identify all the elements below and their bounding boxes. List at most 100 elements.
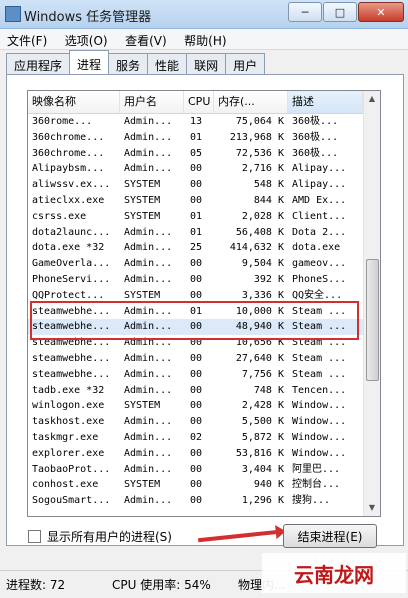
process-user: Admin... <box>124 463 173 475</box>
process-user: Admin... <box>124 384 173 396</box>
process-memory: 940 K <box>253 479 284 491</box>
close-button[interactable]: ✕ <box>358 2 404 22</box>
column-image-name[interactable]: 映像名称 <box>28 91 120 113</box>
process-row[interactable]: steamwebhe... Admin... 00 7,756 K Steam ... <box>28 367 363 383</box>
process-user: Admin... <box>124 431 173 443</box>
process-row[interactable]: conhost.exe SYSTEM 00 940 K 控制台... <box>28 477 363 493</box>
process-row[interactable]: TaobaoProt... Admin... 00 3,404 K 阿里巴... <box>28 462 363 478</box>
process-name: conhost.exe <box>32 479 99 491</box>
process-cpu: 00 <box>190 447 203 459</box>
process-description: 360极... <box>292 116 339 127</box>
process-row[interactable]: taskhost.exe Admin... 00 5,500 K Window... <box>28 414 363 430</box>
process-user: Admin... <box>124 352 173 364</box>
scroll-up-arrow-icon[interactable]: ▲ <box>364 91 380 107</box>
process-user: SYSTEM <box>124 179 161 191</box>
process-user: SYSTEM <box>124 194 161 206</box>
column-header-row: 映像名称 用户名 CPU 内存(... 描述 <box>28 91 363 114</box>
process-description: Steam ... <box>292 368 347 380</box>
task-manager-icon <box>5 6 21 22</box>
column-user-name[interactable]: 用户名 <box>120 91 184 113</box>
process-user: Admin... <box>124 495 173 507</box>
process-row[interactable]: taskmgr.exe Admin... 02 5,872 K Window... <box>28 430 363 446</box>
process-memory: 7,756 K <box>241 368 284 380</box>
vertical-scrollbar[interactable]: ▲ ▼ <box>363 91 380 516</box>
menu-options[interactable]: 选项(O) <box>58 29 115 49</box>
process-memory: 27,640 K <box>235 352 284 364</box>
process-cpu: 00 <box>190 179 203 191</box>
menu-bar: 文件(F) 选项(O) 查看(V) 帮助(H) <box>0 29 408 50</box>
process-memory: 844 K <box>253 194 284 206</box>
process-cpu: 00 <box>190 463 203 475</box>
process-row[interactable]: dota.exe *32 Admin... 25 414,632 K dota.exe <box>28 240 363 256</box>
show-all-users-option[interactable]: 显示所有用户的进程(S) <box>28 528 172 545</box>
process-row[interactable]: explorer.exe Admin... 00 53,816 K Window... <box>28 446 363 462</box>
process-cpu: 13 <box>190 116 203 127</box>
process-cpu: 00 <box>190 416 203 428</box>
processes-panel: 映像名称 用户名 CPU 内存(... 描述 360rome... Admin..… <box>6 74 404 546</box>
process-cpu: 01 <box>190 226 203 238</box>
process-row[interactable]: tadb.exe *32 Admin... 00 748 K Tencen... <box>28 383 363 399</box>
process-name: 360chrome... <box>32 131 105 143</box>
status-cpu-usage: CPU 使用率: 54% <box>112 578 211 592</box>
status-process-count: 进程数: 72 <box>6 578 66 592</box>
process-row[interactable]: 360rome... Admin... 13 75,064 K 360极... <box>28 114 363 130</box>
process-user: Admin... <box>124 258 173 270</box>
process-name: dota2launc... <box>32 226 111 238</box>
process-cpu: 25 <box>190 242 203 254</box>
tab-strip: 应用程序 进程 服务 性能 联网 用户 <box>6 50 266 78</box>
process-row[interactable]: 360chrome... Admin... 01 213,968 K 360极... <box>28 130 363 146</box>
process-row[interactable]: steamwebhe... Admin... 00 27,640 K Steam ... <box>28 351 363 367</box>
process-row[interactable]: GameOverla... Admin... 00 9,504 K gameov... <box>28 256 363 272</box>
process-description: Alipay... <box>292 179 347 191</box>
column-memory[interactable]: 内存(... <box>214 91 288 113</box>
column-cpu[interactable]: CPU <box>184 91 214 113</box>
show-all-checkbox[interactable] <box>28 530 41 543</box>
watermark: 云南龙网 <box>262 553 406 593</box>
maximize-button[interactable]: □ <box>323 2 357 22</box>
process-name: atieclxx.exe <box>32 194 105 206</box>
scroll-down-arrow-icon[interactable]: ▼ <box>364 500 380 516</box>
process-row[interactable]: SogouSmart... Admin... 00 1,296 K 搜狗... <box>28 493 363 509</box>
process-memory: 56,408 K <box>235 226 284 238</box>
tab-applications[interactable]: 应用程序 <box>6 53 71 75</box>
column-description[interactable]: 描述 <box>288 91 363 113</box>
process-memory: 1,296 K <box>241 495 284 507</box>
menu-file[interactable]: 文件(F) <box>0 29 54 49</box>
tab-performance[interactable]: 性能 <box>147 53 188 75</box>
process-user: SYSTEM <box>124 400 161 412</box>
process-name: 360rome... <box>32 116 93 127</box>
tab-services[interactable]: 服务 <box>108 53 149 75</box>
minimize-button[interactable]: ─ <box>288 2 322 22</box>
process-name: explorer.exe <box>32 447 105 459</box>
process-name: SogouSmart... <box>32 495 111 507</box>
process-description: Tencen... <box>292 384 347 396</box>
process-row[interactable]: PhoneServi... Admin... 00 392 K PhoneS... <box>28 272 363 288</box>
menu-help[interactable]: 帮助(H) <box>177 29 233 49</box>
process-description: 搜狗... <box>292 495 331 507</box>
process-user: Admin... <box>124 273 173 285</box>
process-row[interactable]: atieclxx.exe SYSTEM 00 844 K AMD Ex... <box>28 193 363 209</box>
end-process-button[interactable]: 结束进程(E) <box>283 524 377 548</box>
process-row[interactable]: Alipaybsm... Admin... 00 2,716 K Alipay... <box>28 161 363 177</box>
process-row[interactable]: aliwssv.ex... SYSTEM 00 548 K Alipay... <box>28 177 363 193</box>
process-memory: 414,632 K <box>229 242 284 254</box>
process-description: 阿里巴... <box>292 463 341 475</box>
tab-users[interactable]: 用户 <box>225 53 266 75</box>
window-controls: ─ □ ✕ <box>287 2 404 22</box>
tab-networking[interactable]: 联网 <box>186 53 227 75</box>
process-row[interactable]: winlogon.exe SYSTEM 00 2,428 K Window... <box>28 398 363 414</box>
process-row[interactable]: dota2launc... Admin... 01 56,408 K Dota 2... <box>28 225 363 241</box>
show-all-label: 显示所有用户的进程(S) <box>47 530 172 544</box>
process-user: SYSTEM <box>124 210 161 222</box>
process-memory: 2,028 K <box>241 210 284 222</box>
process-row[interactable]: 360chrome... Admin... 05 72,536 K 360极... <box>28 146 363 162</box>
process-description: AMD Ex... <box>292 194 347 206</box>
process-user: Admin... <box>124 368 173 380</box>
process-description: Steam ... <box>292 352 347 364</box>
scrollbar-thumb[interactable] <box>366 259 379 381</box>
process-user: Admin... <box>124 116 173 127</box>
process-row[interactable]: csrss.exe SYSTEM 01 2,028 K Client... <box>28 209 363 225</box>
menu-view[interactable]: 查看(V) <box>118 29 174 49</box>
process-user: Admin... <box>124 226 173 238</box>
process-cpu: 00 <box>190 479 203 491</box>
